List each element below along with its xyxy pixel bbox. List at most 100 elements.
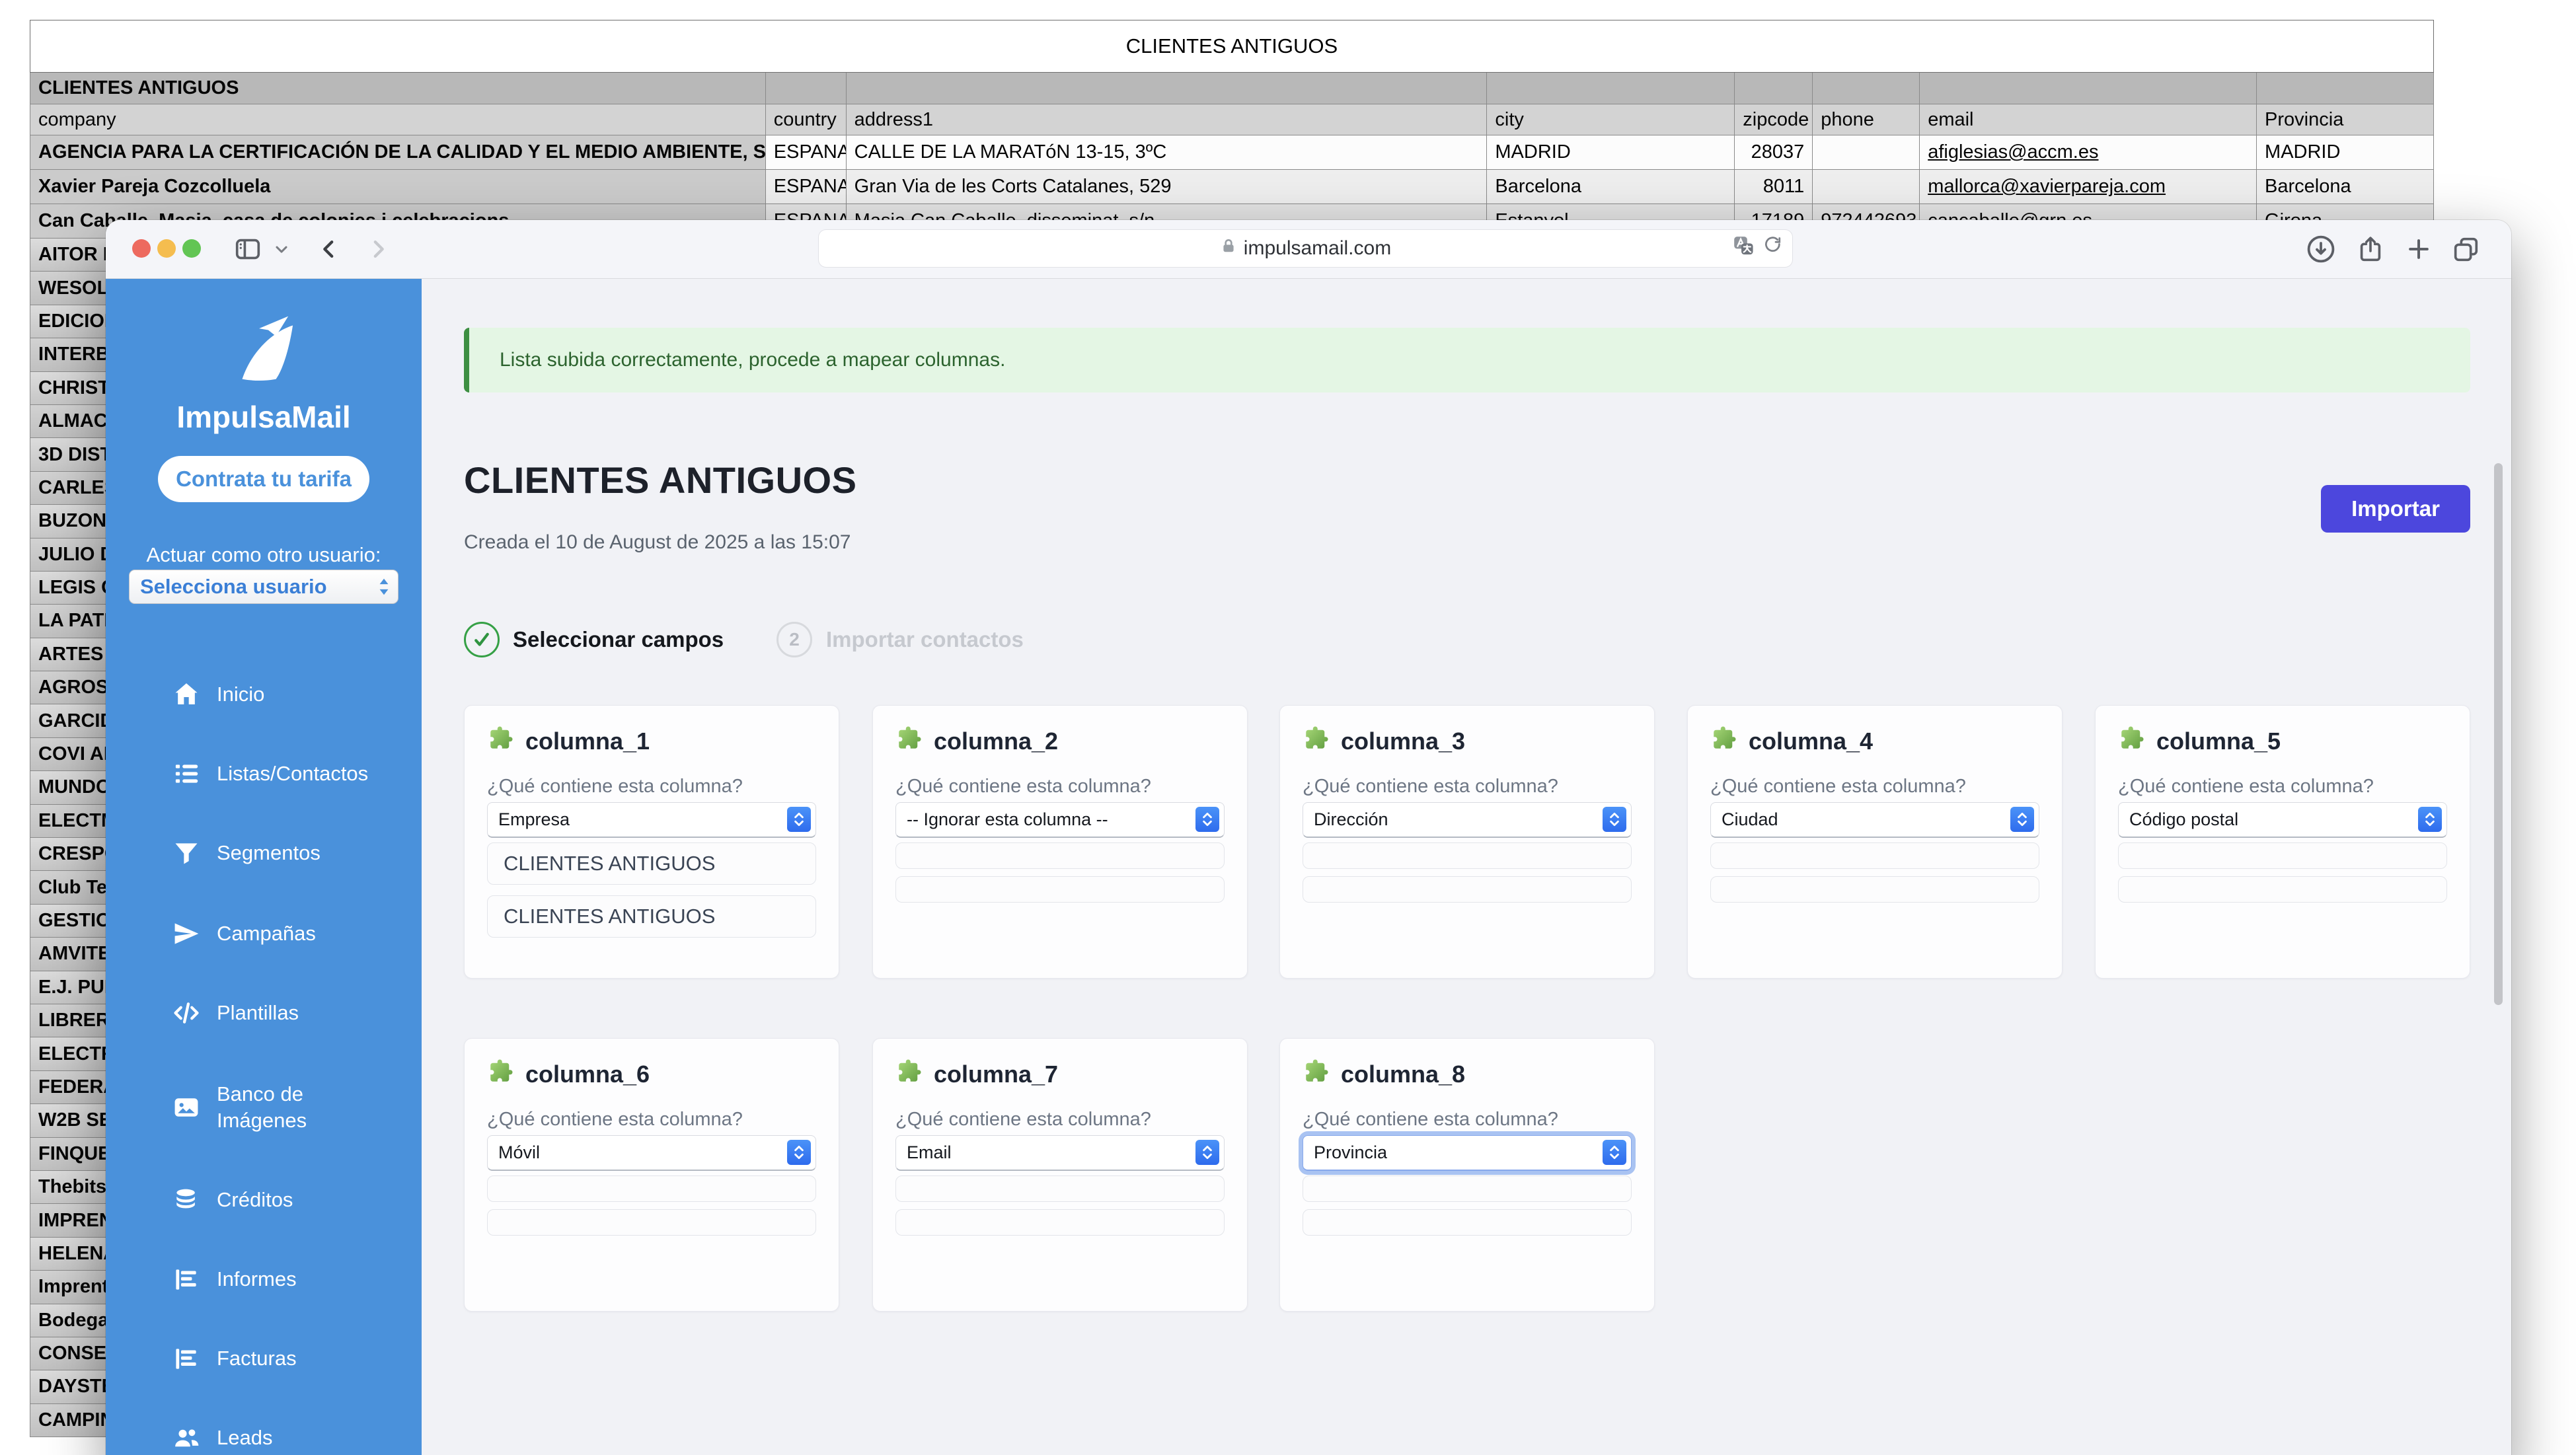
column-question: ¿Qué contiene esta columna? (895, 776, 1151, 798)
zoom-window-button[interactable] (182, 239, 201, 258)
select-stepper-icon (787, 807, 811, 832)
sample-value-box (1303, 1175, 1632, 1202)
page-title: CLIENTES ANTIGUOS (464, 459, 856, 502)
new-tab-icon[interactable] (2404, 220, 2433, 278)
sample-value-box (487, 1209, 816, 1236)
column-type-select-columna_2[interactable]: -- Ignorar esta columna -- (895, 802, 1225, 838)
translate-icon[interactable] (1731, 235, 1755, 262)
data-cell: 28037 (1735, 135, 1813, 170)
image-icon (172, 1093, 201, 1122)
column-type-select-columna_6[interactable]: Móvil (487, 1135, 816, 1171)
sample-value-box (895, 876, 1225, 903)
data-cell: CALLE DE LA MARATóN 13-15, 3ºC (847, 135, 1488, 170)
screen: CLIENTES ANTIGUOSCLIENTES ANTIGUOScompan… (0, 0, 2576, 1455)
chevron-down-icon[interactable] (272, 220, 291, 278)
sidebar-item-label: Banco de Imágenes (217, 1081, 382, 1134)
column-type-select-columna_8[interactable]: Provincia (1303, 1135, 1632, 1171)
importar-button[interactable]: Importar (2321, 485, 2470, 533)
card-title-text: columna_4 (1749, 728, 1873, 755)
sidebar-item-banco-de-im-genes[interactable]: Banco de Imágenes (172, 1078, 382, 1137)
spreadsheet-band-row: CLIENTES ANTIGUOS (30, 73, 2434, 104)
select-stepper-icon (1195, 1140, 1219, 1165)
select-stepper-icon (787, 1140, 811, 1165)
card-title: columna_8 (1303, 1057, 1465, 1091)
card-title: columna_3 (1303, 724, 1465, 758)
select-value: Ciudad (1722, 809, 1778, 830)
sample-value-box (2118, 876, 2447, 903)
contrata-tarifa-button[interactable]: Contrata tu tarifa (158, 456, 369, 502)
select-value: -- Ignorar esta columna -- (907, 809, 1108, 830)
browser-window: impulsamail.com (106, 220, 2511, 1455)
sidebar-item-label: Segmentos (217, 840, 321, 866)
sidebar-item-informes[interactable]: Informes (172, 1259, 297, 1299)
data-cell: 8011 (1735, 170, 1813, 204)
sample-value-box (1710, 842, 2039, 869)
scrollbar-thumb[interactable] (2494, 463, 2503, 1005)
select-value: Email (907, 1142, 952, 1163)
mapping-card-columna_6: columna_6¿Qué contiene esta columna?Móvi… (464, 1038, 839, 1312)
sidebar-item-cr-ditos[interactable]: Créditos (172, 1180, 293, 1220)
card-title: columna_6 (487, 1057, 650, 1091)
sidebar-item-inicio[interactable]: Inicio (172, 675, 264, 714)
close-window-button[interactable] (132, 239, 151, 258)
brand-name: ImpulsaMail (106, 399, 422, 435)
download-icon[interactable] (2305, 220, 2337, 278)
step1-check-icon (464, 622, 500, 657)
users-icon (172, 1423, 201, 1452)
lock-icon (1220, 237, 1237, 260)
data-cell: MADRID (1487, 135, 1735, 170)
sidebar-toggle-icon[interactable] (233, 220, 263, 278)
user-select[interactable]: Selecciona usuario (129, 570, 398, 604)
address-bar[interactable]: impulsamail.com (818, 229, 1793, 268)
back-button[interactable] (316, 220, 342, 278)
column-type-select-columna_7[interactable]: Email (895, 1135, 1225, 1171)
sample-value-box (1710, 876, 2039, 903)
band-cell (1735, 73, 1813, 104)
mapping-card-columna_4: columna_4¿Qué contiene esta columna?Ciud… (1687, 705, 2063, 979)
sidebar-item-campa-as[interactable]: Campañas (172, 914, 316, 953)
column-type-select-columna_3[interactable]: Dirección (1303, 802, 1632, 838)
data-cell (1813, 135, 1920, 170)
minimize-window-button[interactable] (157, 239, 176, 258)
header-cell: city (1487, 104, 1735, 135)
header-cell: Provincia (2257, 104, 2434, 135)
sample-value-box (895, 1175, 1225, 1202)
column-type-select-columna_1[interactable]: Empresa (487, 802, 816, 838)
share-icon[interactable] (2355, 220, 2386, 278)
tab-overview-icon[interactable] (2450, 220, 2481, 278)
puzzle-icon (895, 724, 923, 758)
sample-value-box (1303, 1209, 1632, 1236)
reload-icon[interactable] (1763, 236, 1783, 261)
mapping-card-columna_1: columna_1¿Qué contiene esta columna?Empr… (464, 705, 839, 979)
select-value: Móvil (498, 1142, 540, 1163)
spreadsheet-title: CLIENTES ANTIGUOS (30, 20, 2434, 73)
column-question: ¿Qué contiene esta columna? (487, 776, 743, 798)
band-cell (1487, 73, 1735, 104)
sidebar-item-segmentos[interactable]: Segmentos (172, 833, 321, 873)
puzzle-icon (2118, 724, 2146, 758)
mapping-card-columna_5: columna_5¿Qué contiene esta columna?Códi… (2095, 705, 2470, 979)
table-row: AGENCIA PARA LA CERTIFICACIÓN DE LA CALI… (30, 135, 2434, 170)
mapping-card-columna_7: columna_7¿Qué contiene esta columna?Emai… (872, 1038, 1248, 1312)
column-question: ¿Qué contiene esta columna? (895, 1109, 1151, 1131)
card-title: columna_4 (1710, 724, 1873, 758)
home-icon (172, 680, 201, 709)
sidebar-item-listas-contactos[interactable]: Listas/Contactos (172, 754, 368, 794)
step2-number: 2 (777, 622, 812, 657)
column-type-select-columna_5[interactable]: Código postal (2118, 802, 2447, 838)
sample-value-box (1303, 876, 1632, 903)
card-title-text: columna_2 (934, 728, 1058, 755)
column-type-select-columna_4[interactable]: Ciudad (1710, 802, 2039, 838)
data-cell (1813, 170, 1920, 204)
sidebar-item-leads[interactable]: Leads (172, 1418, 272, 1455)
mapping-card-columna_8: columna_8¿Qué contiene esta columna?Prov… (1279, 1038, 1655, 1312)
puzzle-icon (1710, 724, 1738, 758)
bar-chart-icon (172, 1265, 201, 1294)
sidebar-item-plantillas[interactable]: Plantillas (172, 993, 299, 1033)
data-cell: MADRID (2257, 135, 2434, 170)
sidebar-item-facturas[interactable]: Facturas (172, 1339, 297, 1378)
sample-value-box: CLIENTES ANTIGUOS (487, 895, 816, 938)
forward-button[interactable] (365, 220, 391, 278)
band-cell: CLIENTES ANTIGUOS (30, 73, 766, 104)
header-cell: company (30, 104, 766, 135)
